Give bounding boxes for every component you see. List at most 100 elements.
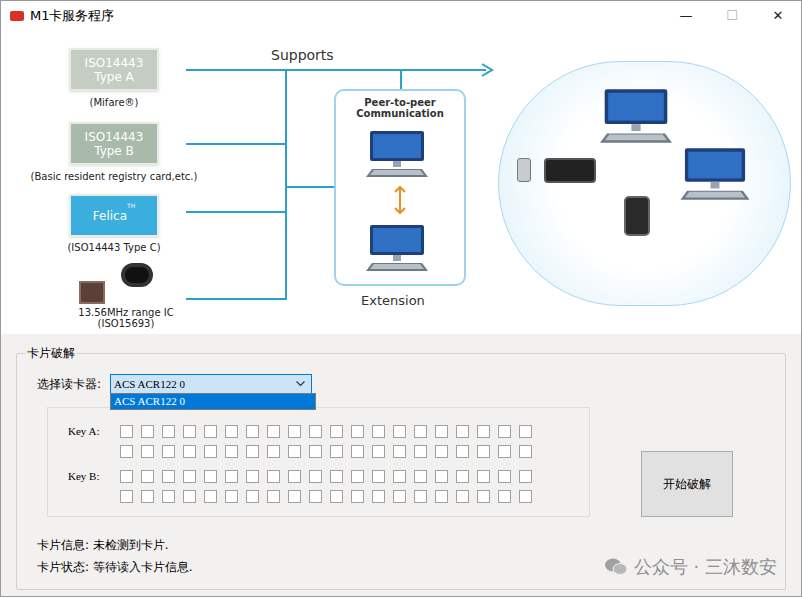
key-checkbox[interactable] xyxy=(351,445,364,458)
key-checkbox[interactable] xyxy=(162,490,175,503)
key-checkbox[interactable] xyxy=(120,490,133,503)
key-checkbox[interactable] xyxy=(162,445,175,458)
key-checkbox[interactable] xyxy=(309,470,322,483)
key-checkbox[interactable] xyxy=(267,490,280,503)
key-checkbox[interactable] xyxy=(435,425,448,438)
key-checkbox[interactable] xyxy=(372,445,385,458)
key-checkbox[interactable] xyxy=(288,445,301,458)
key-checkbox[interactable] xyxy=(456,470,469,483)
key-checkbox[interactable] xyxy=(204,445,217,458)
smartphone-icon xyxy=(624,196,650,236)
key-checkbox[interactable] xyxy=(246,470,259,483)
window-control[interactable]: ☐ xyxy=(709,1,755,31)
key-checkbox[interactable] xyxy=(393,425,406,438)
key-checkbox[interactable] xyxy=(246,490,259,503)
reader-row: 选择读卡器:ACS ACR122 0ACS ACR122 0 xyxy=(37,374,785,394)
key-checkbox[interactable] xyxy=(330,470,343,483)
key-checkbox[interactable] xyxy=(141,425,154,438)
key-checkbox[interactable] xyxy=(498,470,511,483)
key-checkbox[interactable] xyxy=(204,490,217,503)
key-checkbox[interactable] xyxy=(456,425,469,438)
key-checkbox[interactable] xyxy=(120,470,133,483)
reader-select[interactable]: ACS ACR122 0ACS ACR122 0 xyxy=(110,374,312,394)
key-checkbox[interactable] xyxy=(225,490,238,503)
key-label: Key B: xyxy=(68,470,120,503)
key-checkbox[interactable] xyxy=(372,470,385,483)
key-checkbox[interactable] xyxy=(183,425,196,438)
key-checkbox[interactable] xyxy=(435,490,448,503)
window-control[interactable]: ✕ xyxy=(755,1,801,31)
key-checkbox[interactable] xyxy=(435,470,448,483)
reader-option[interactable]: ACS ACR122 0 xyxy=(111,394,315,409)
key-checkbox[interactable] xyxy=(141,445,154,458)
key-checkbox[interactable] xyxy=(435,445,448,458)
key-checkbox[interactable] xyxy=(519,425,532,438)
key-checkbox[interactable] xyxy=(477,470,490,483)
key-checkbox[interactable] xyxy=(519,470,532,483)
key-row xyxy=(120,470,532,483)
key-checkbox[interactable] xyxy=(393,490,406,503)
window-control[interactable]: — xyxy=(663,1,709,31)
key-checkbox[interactable] xyxy=(456,445,469,458)
key-checkbox[interactable] xyxy=(414,445,427,458)
key-checkbox[interactable] xyxy=(414,425,427,438)
key-checkbox[interactable] xyxy=(330,425,343,438)
key-checkbox[interactable] xyxy=(288,425,301,438)
standard-caption: (Mifare®) xyxy=(14,95,214,110)
key-checkbox[interactable] xyxy=(204,470,217,483)
key-checkbox[interactable] xyxy=(267,445,280,458)
key-checkbox[interactable] xyxy=(351,425,364,438)
key-checkbox[interactable] xyxy=(120,445,133,458)
key-checkbox[interactable] xyxy=(498,445,511,458)
key-checkbox[interactable] xyxy=(414,490,427,503)
standard-caption: (Basic resident registry card,etc.) xyxy=(14,169,214,184)
key-checkbox[interactable] xyxy=(288,490,301,503)
key-checkbox[interactable] xyxy=(267,425,280,438)
key-checkbox[interactable] xyxy=(393,445,406,458)
key-checkbox[interactable] xyxy=(477,425,490,438)
key-checkbox[interactable] xyxy=(309,425,322,438)
card-info-line: 卡片信息: 未检测到卡片. xyxy=(37,537,785,553)
key-checkbox[interactable] xyxy=(225,425,238,438)
key-checkbox[interactable] xyxy=(456,490,469,503)
media-player-icon xyxy=(544,158,596,183)
key-checkbox[interactable] xyxy=(309,490,322,503)
key-checkbox[interactable] xyxy=(162,470,175,483)
key-checkbox[interactable] xyxy=(288,470,301,483)
key-checkbox[interactable] xyxy=(477,490,490,503)
key-checkbox[interactable] xyxy=(372,425,385,438)
key-checkbox[interactable] xyxy=(183,490,196,503)
key-checkbox[interactable] xyxy=(183,445,196,458)
key-checkbox[interactable] xyxy=(351,470,364,483)
key-checkbox[interactable] xyxy=(204,425,217,438)
ic-caption: (ISO15693) xyxy=(98,318,155,329)
start-crack-button[interactable]: 开始破解 xyxy=(641,451,733,517)
key-checkbox[interactable] xyxy=(141,470,154,483)
bidirectional-arrow-icon xyxy=(392,184,408,216)
key-checkbox[interactable] xyxy=(162,425,175,438)
key-checkbox[interactable] xyxy=(309,445,322,458)
window-title: M1卡服务程序 xyxy=(30,6,115,26)
key-checkbox[interactable] xyxy=(393,470,406,483)
key-checkbox[interactable] xyxy=(519,490,532,503)
key-checkbox[interactable] xyxy=(246,425,259,438)
key-block: Key A: xyxy=(68,425,589,458)
key-checkbox[interactable] xyxy=(267,470,280,483)
key-checkbox[interactable] xyxy=(498,490,511,503)
key-checkbox[interactable] xyxy=(120,425,133,438)
key-checkbox[interactable] xyxy=(141,490,154,503)
key-checkbox[interactable] xyxy=(246,445,259,458)
key-checkbox[interactable] xyxy=(225,445,238,458)
key-checkbox[interactable] xyxy=(498,425,511,438)
key-checkbox[interactable] xyxy=(330,445,343,458)
key-checkbox[interactable] xyxy=(414,470,427,483)
key-checkbox[interactable] xyxy=(351,490,364,503)
key-checkbox[interactable] xyxy=(225,470,238,483)
key-checkbox[interactable] xyxy=(477,445,490,458)
standard-box: FelicaTH xyxy=(69,194,159,237)
key-checkbox[interactable] xyxy=(519,445,532,458)
key-checkbox[interactable] xyxy=(372,490,385,503)
computer-icon xyxy=(361,129,433,179)
key-checkbox[interactable] xyxy=(330,490,343,503)
key-checkbox[interactable] xyxy=(183,470,196,483)
